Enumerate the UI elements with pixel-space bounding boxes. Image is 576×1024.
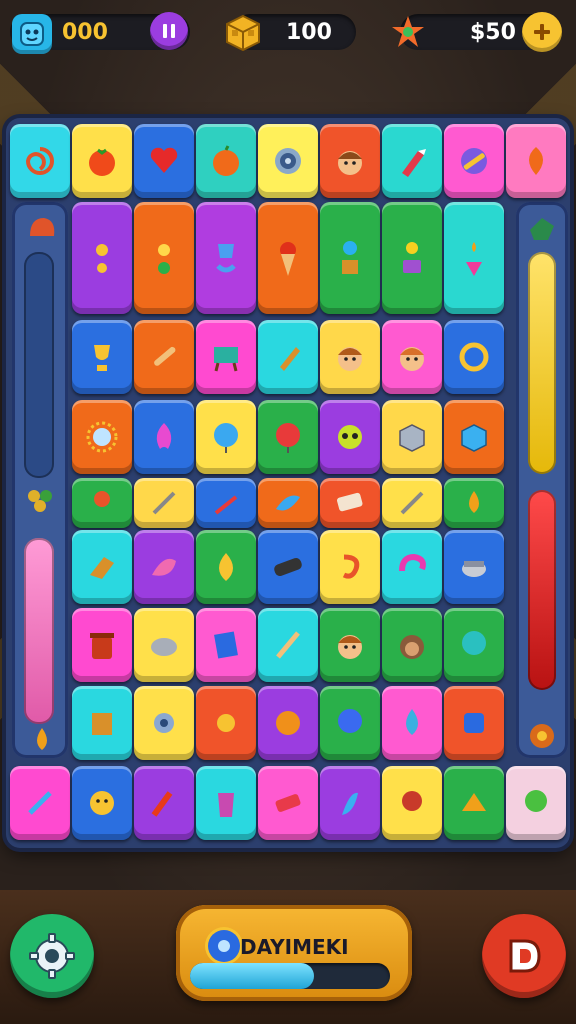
plus-icon bbox=[534, 24, 550, 40]
tile-ring[interactable] bbox=[444, 320, 504, 394]
left-upper-meter bbox=[24, 252, 54, 478]
tile-teal-balloon[interactable] bbox=[444, 608, 504, 682]
moves-counter: 000 bbox=[62, 20, 108, 45]
gear-icon bbox=[29, 933, 75, 979]
pause-button[interactable] bbox=[150, 12, 188, 50]
tile-lollipop[interactable] bbox=[382, 766, 442, 840]
tile-bat[interactable] bbox=[134, 320, 194, 394]
tile-dog[interactable] bbox=[72, 530, 132, 604]
tile-pin[interactable] bbox=[72, 478, 132, 528]
tile-sun-orb[interactable] bbox=[72, 400, 132, 474]
tile-water-drop[interactable] bbox=[382, 686, 442, 760]
tile-small-drop[interactable] bbox=[22, 718, 62, 762]
tile-green-balloon[interactable] bbox=[506, 766, 566, 840]
tile-box[interactable] bbox=[72, 686, 132, 760]
player-progress-bar bbox=[190, 963, 390, 989]
tile-feather[interactable] bbox=[134, 478, 194, 528]
tile-pink-creature[interactable] bbox=[134, 530, 194, 604]
right-upper-meter bbox=[528, 252, 556, 474]
tile-ice-cream[interactable] bbox=[258, 202, 318, 314]
tile-carrot[interactable] bbox=[258, 320, 318, 394]
tile-gear[interactable] bbox=[134, 686, 194, 760]
tile-face-3[interactable] bbox=[382, 320, 442, 394]
tile-pen[interactable] bbox=[382, 478, 442, 528]
blue-cube-face-icon bbox=[12, 14, 52, 54]
pause-icon bbox=[163, 24, 175, 38]
tile-red-heart[interactable] bbox=[134, 124, 194, 198]
tile-fox[interactable] bbox=[444, 766, 504, 840]
tile-trophy[interactable] bbox=[72, 320, 132, 394]
tile-sun[interactable] bbox=[196, 686, 256, 760]
tile-face-2[interactable] bbox=[320, 320, 380, 394]
tile-tablet[interactable] bbox=[382, 202, 442, 314]
tile-mask[interactable] bbox=[196, 202, 256, 314]
tile-dice[interactable] bbox=[444, 686, 504, 760]
tile-cup[interactable] bbox=[196, 766, 256, 840]
tile-jar[interactable] bbox=[72, 608, 132, 682]
tile-monkey[interactable] bbox=[382, 608, 442, 682]
tile-pot[interactable] bbox=[444, 530, 504, 604]
tile-smiley[interactable] bbox=[72, 766, 132, 840]
player-name-label: DAYIMEKI bbox=[240, 935, 349, 959]
tile-target[interactable] bbox=[258, 124, 318, 198]
tile-hook[interactable] bbox=[320, 530, 380, 604]
tile-dart[interactable] bbox=[196, 478, 256, 528]
tile-green-crystal[interactable] bbox=[522, 208, 562, 252]
tile-sun-flower[interactable] bbox=[134, 202, 194, 314]
tile-orange-ball[interactable] bbox=[258, 686, 318, 760]
tile-flag[interactable] bbox=[196, 608, 256, 682]
top-hud: 000 100 $50 bbox=[0, 0, 576, 70]
tile-alien[interactable] bbox=[320, 400, 380, 474]
tile-bowl[interactable] bbox=[134, 608, 194, 682]
tile-yellow-drop[interactable] bbox=[196, 530, 256, 604]
tile-ticket[interactable] bbox=[320, 478, 380, 528]
tile-leaf[interactable] bbox=[506, 124, 566, 198]
tile-flame[interactable] bbox=[134, 400, 194, 474]
tile-torch[interactable] bbox=[134, 766, 194, 840]
tile-easel[interactable] bbox=[196, 320, 256, 394]
tile-spiral[interactable] bbox=[10, 124, 70, 198]
tile-blue-leaf[interactable] bbox=[258, 478, 318, 528]
tile-sun-balloon[interactable] bbox=[72, 202, 132, 314]
tile-red-balloon[interactable] bbox=[258, 400, 318, 474]
player-badge-icon bbox=[208, 930, 240, 962]
player-progress-fill bbox=[190, 963, 314, 989]
cash-counter: $50 bbox=[470, 20, 516, 45]
gold-block-icon bbox=[220, 10, 266, 54]
tile-orange[interactable] bbox=[196, 124, 256, 198]
tile-brush[interactable] bbox=[382, 124, 442, 198]
tile-shell[interactable] bbox=[22, 208, 62, 252]
tile-copper-flower[interactable] bbox=[522, 714, 562, 758]
game-board bbox=[6, 118, 570, 848]
left-lower-meter bbox=[24, 538, 54, 724]
d-letter-icon bbox=[509, 939, 541, 973]
tile-pen-2[interactable] bbox=[10, 766, 70, 840]
blocks-counter: 100 bbox=[286, 20, 332, 45]
tile-face[interactable] bbox=[320, 124, 380, 198]
tile-blue-balloon[interactable] bbox=[196, 400, 256, 474]
tile-cone[interactable] bbox=[444, 202, 504, 314]
tile-swirl-box[interactable] bbox=[320, 202, 380, 314]
tile-bandage[interactable] bbox=[258, 530, 318, 604]
tile-eraser[interactable] bbox=[258, 766, 318, 840]
action-button[interactable] bbox=[482, 914, 566, 998]
star-burst-icon bbox=[388, 10, 428, 54]
tile-gem-stick[interactable] bbox=[444, 124, 504, 198]
tile-magnet[interactable] bbox=[382, 530, 442, 604]
tile-blue-orb[interactable] bbox=[320, 686, 380, 760]
tile-gray-cube[interactable] bbox=[382, 400, 442, 474]
tile-wand[interactable] bbox=[258, 608, 318, 682]
right-lower-meter bbox=[528, 490, 556, 690]
tile-blue-cube[interactable] bbox=[444, 400, 504, 474]
tile-drop[interactable] bbox=[444, 478, 504, 528]
tile-blue-feather[interactable] bbox=[320, 766, 380, 840]
settings-button[interactable] bbox=[10, 914, 94, 998]
tile-face-4[interactable] bbox=[320, 608, 380, 682]
add-cash-button[interactable] bbox=[522, 12, 562, 52]
tile-tomato[interactable] bbox=[72, 124, 132, 198]
tile-leaf-cluster[interactable] bbox=[20, 478, 60, 522]
